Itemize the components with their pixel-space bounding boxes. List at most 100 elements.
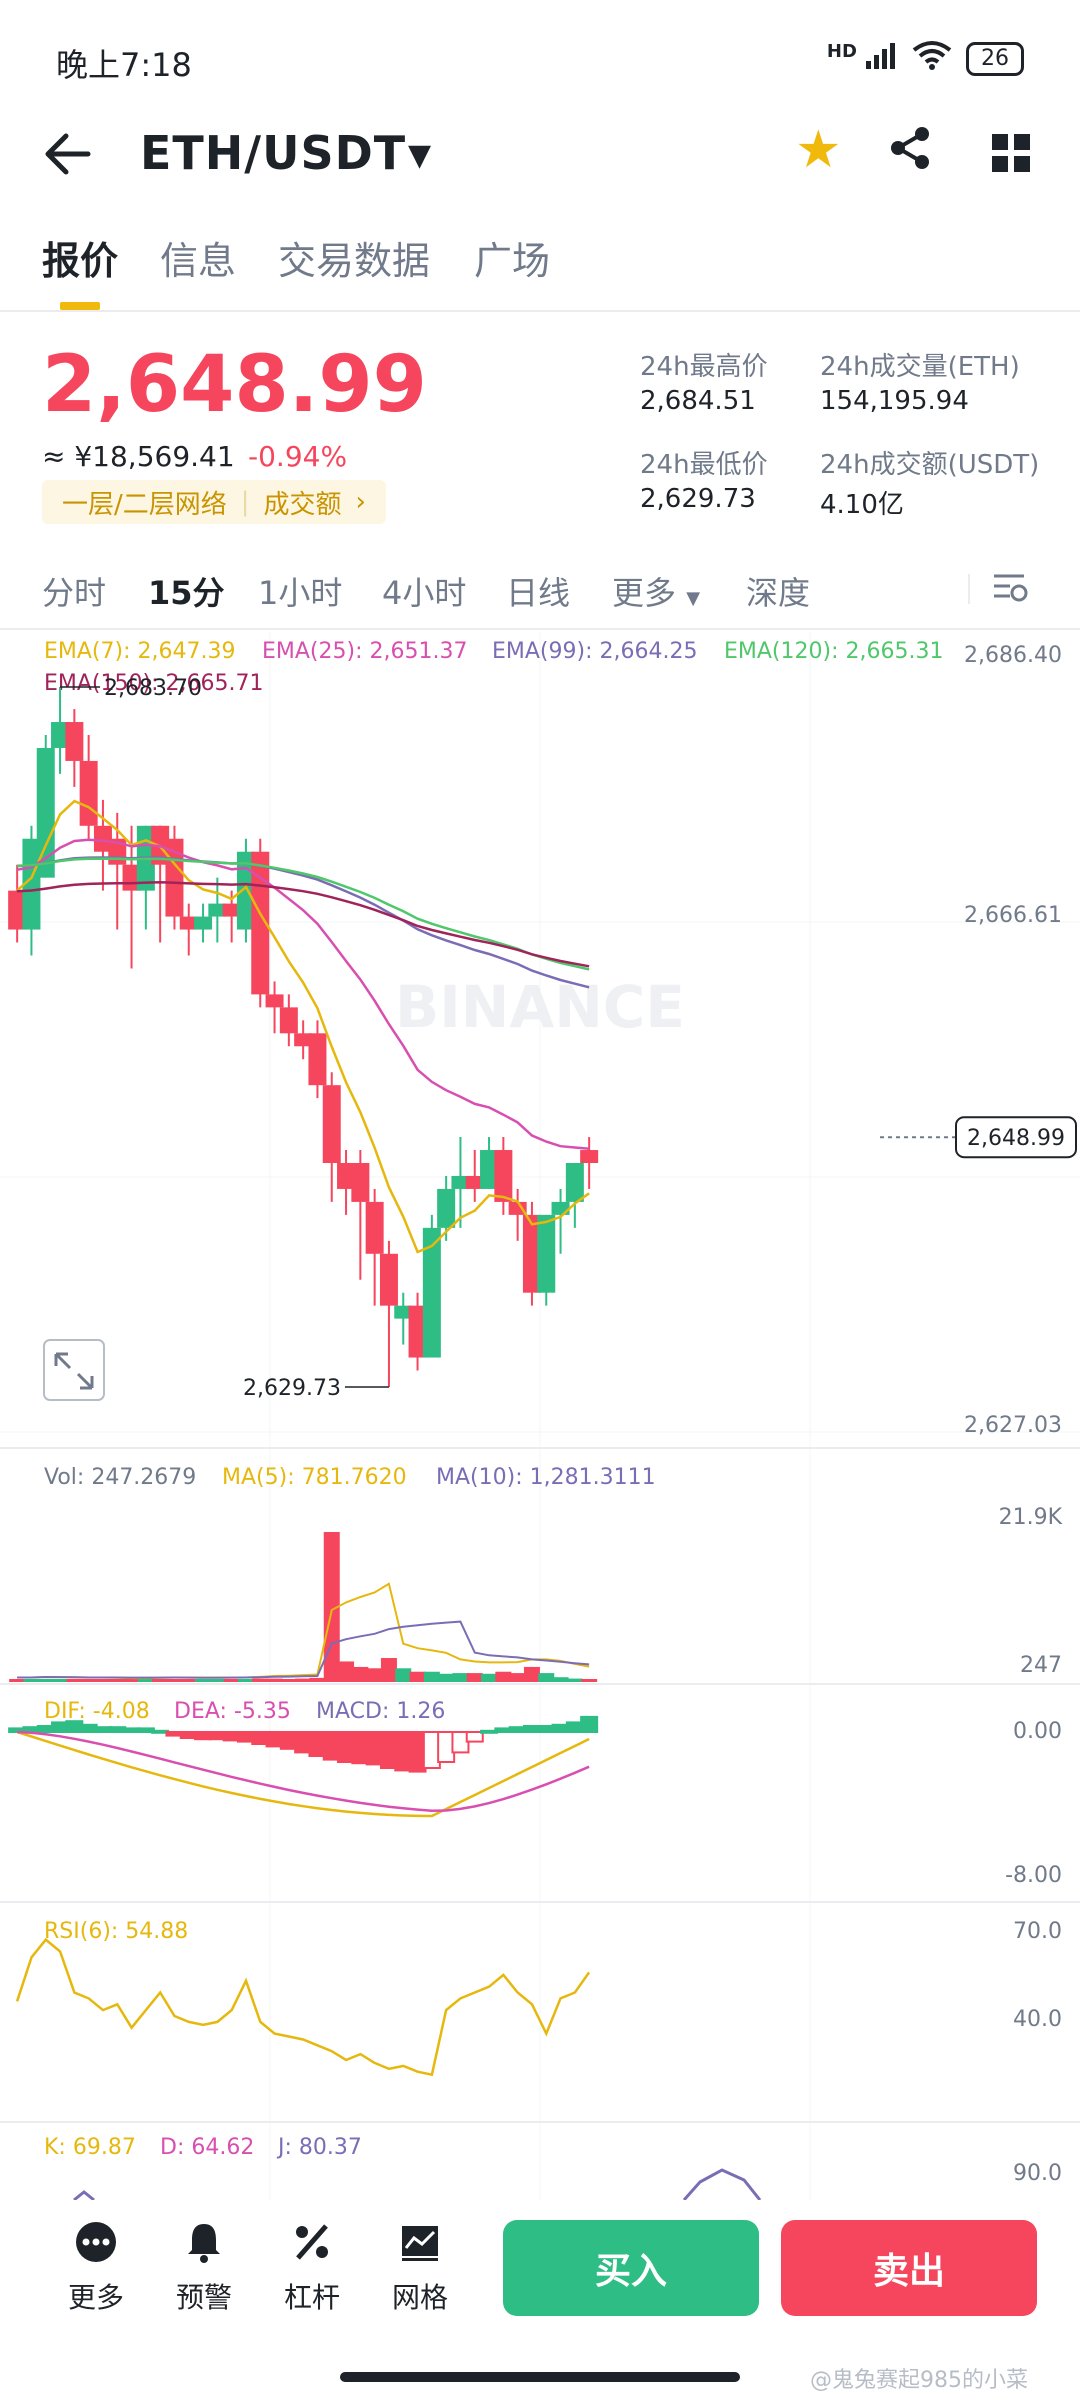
battery-icon: 26: [966, 41, 1024, 76]
kdj-d-legend: D: 64.62: [160, 2135, 254, 2160]
bottom-more-label: 更多: [67, 2281, 124, 2314]
volume-bar: [309, 1677, 326, 1682]
kline-interval-tabs: 分时 15分 1小时 4小时 日线 更多 ▼ 深度: [0, 568, 1080, 628]
volume-bar: [266, 1678, 283, 1682]
volume-bar: [123, 1679, 140, 1682]
macd-histogram: [8, 1715, 599, 1818]
favorite-star-icon[interactable]: ★: [795, 120, 842, 180]
ktab-15m[interactable]: 15分: [148, 568, 225, 614]
volume-bar: [538, 1673, 555, 1682]
macd-dea-legend: DEA: -5.35: [174, 1699, 291, 1724]
candle-body: [537, 1214, 556, 1293]
stat-value-vol-eth: 154,195.94: [820, 386, 969, 416]
tab-info[interactable]: 信息: [160, 230, 236, 285]
kdj-j-line: [682, 2168, 762, 2200]
price-axis-top: 2,686.40: [964, 643, 1062, 668]
bottom-more[interactable]: 更多: [56, 2220, 136, 2316]
bottom-alert[interactable]: 预警: [164, 2220, 244, 2316]
high-marker-label: 2,683.70: [104, 676, 202, 701]
status-icons: HD 26: [827, 40, 1024, 77]
ema120-legend: EMA(120): 2,665.31: [724, 639, 943, 664]
volume-bar: [152, 1679, 169, 1682]
cny-price: ≈ ¥18,569.41: [42, 440, 235, 473]
grid-menu-icon[interactable]: [992, 134, 1030, 176]
ktab-more[interactable]: 更多 ▼: [612, 568, 700, 614]
bottom-action-bar: 更多 预警 杠杆 网格 买入 卖出: [0, 2200, 1080, 2350]
price-axis-mid: 2,666.61: [964, 903, 1062, 928]
volume-bar: [423, 1671, 440, 1682]
volume-bar: [195, 1679, 212, 1682]
last-price: 2,648.99: [42, 340, 427, 430]
volume-bar: [380, 1658, 397, 1682]
ktab-more-label: 更多: [612, 574, 677, 612]
wifi-icon: [912, 40, 952, 77]
watermark-logo: BINANCE: [395, 973, 685, 1041]
candle-body: [565, 1162, 584, 1202]
share-icon[interactable]: [888, 126, 932, 174]
ktab-1h[interactable]: 1小时: [258, 568, 342, 614]
tab-quote[interactable]: 报价: [42, 230, 118, 285]
kdj-axis-top: 90.0: [1013, 2161, 1062, 2186]
trading-pair-title[interactable]: ETH/USDT: [140, 126, 406, 180]
price-axis-bottom: 2,627.03: [964, 1413, 1062, 1438]
volume-bar: [581, 1679, 598, 1682]
bottom-grid-label: 网格: [391, 2281, 448, 2314]
volume-bars: [9, 1532, 598, 1682]
volume-bar: [466, 1673, 483, 1682]
chart-grid: [0, 632, 1080, 2200]
bottom-leverage-label: 杠杆: [283, 2281, 340, 2314]
volume-bar: [209, 1679, 226, 1682]
tab-square[interactable]: 广场: [474, 230, 550, 285]
ktab-depth[interactable]: 深度: [746, 568, 810, 614]
stat-value-low: 2,629.73: [640, 484, 756, 514]
pair-dropdown-icon[interactable]: ▼: [408, 138, 431, 173]
chevron-right-icon: ›: [355, 487, 366, 517]
fullscreen-button[interactable]: [43, 1339, 105, 1401]
percent-icon: [296, 2224, 328, 2260]
buy-button[interactable]: 买入: [503, 2220, 759, 2316]
vol-ma10-line: [17, 1620, 590, 1679]
stat-label-high: 24h最高价: [640, 352, 768, 382]
sell-button[interactable]: 卖出: [781, 2220, 1037, 2316]
ktab-4h[interactable]: 4小时: [382, 568, 466, 614]
ema150-line: [17, 881, 590, 968]
rsi-line-group: [15, 1937, 591, 2077]
volume-bar: [180, 1679, 197, 1682]
volume-bar: [109, 1679, 126, 1682]
chip-separator: |: [240, 487, 250, 517]
chart-settings-icon[interactable]: [990, 568, 1030, 612]
network-type-label: HD: [826, 41, 857, 62]
home-indicator[interactable]: [340, 2372, 740, 2382]
ktab-daily[interactable]: 日线: [506, 568, 570, 614]
network-chip-label: 一层/二层网络: [62, 489, 227, 520]
low-marker-label: 2,629.73: [243, 1376, 341, 1401]
candle-body: [551, 1201, 570, 1215]
kline-chart[interactable]: BINANCE EMA(7): 2,647.39 EMA(25): 2,651.…: [0, 632, 1080, 2200]
more-dots-icon: [76, 2222, 116, 2262]
rsi-axis-bottom: 40.0: [1013, 2007, 1062, 2032]
vol-axis-bottom: 247: [1020, 1653, 1062, 1678]
network-chip[interactable]: 一层/二层网络 | 成交额 ›: [42, 480, 386, 524]
back-arrow-icon[interactable]: [44, 130, 92, 188]
stat-value-vol-usdt: 4.10亿: [820, 490, 904, 520]
volume-bar: [223, 1679, 240, 1682]
main-tabs: 报价 信息 交易数据 广场: [0, 230, 1080, 310]
caret-down-icon: ▼: [686, 588, 701, 609]
volume-bar: [23, 1679, 40, 1682]
tab-trading-data[interactable]: 交易数据: [278, 230, 430, 285]
volume-bar: [80, 1679, 97, 1682]
tabs-divider: [0, 310, 1080, 312]
vol-legend: Vol: 247.2679: [44, 1465, 196, 1490]
volume-bar: [9, 1679, 26, 1682]
volume-bar: [452, 1673, 469, 1682]
bottom-leverage[interactable]: 杠杆: [272, 2220, 352, 2316]
stat-label-low: 24h最低价: [640, 450, 768, 480]
bottom-grid[interactable]: 网格: [380, 2220, 460, 2316]
candle-body: [494, 1150, 513, 1202]
volume-bar: [481, 1673, 498, 1682]
ktab-divider: [968, 574, 970, 604]
candle-body: [437, 1188, 456, 1228]
volume-bar: [509, 1673, 526, 1682]
price-markers: 2,683.70 2,629.73: [60, 676, 389, 1401]
ktab-timeshare[interactable]: 分时: [42, 568, 106, 614]
